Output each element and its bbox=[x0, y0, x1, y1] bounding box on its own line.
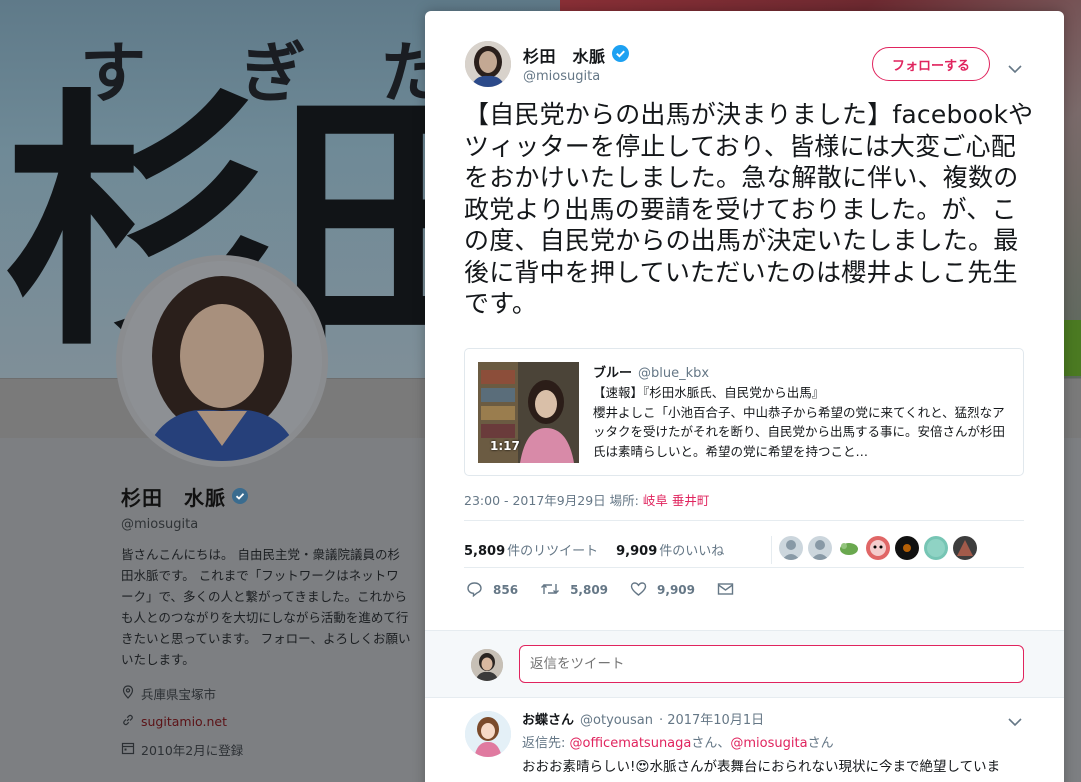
reply-action[interactable]: 856 bbox=[466, 581, 518, 600]
dm-icon[interactable] bbox=[717, 582, 734, 599]
reply-author-avatar[interactable] bbox=[465, 711, 511, 757]
tweet-location-label: 場所: bbox=[609, 493, 639, 508]
reply-to-line: 返信先: @officematsunagaさん、@miosugitaさん bbox=[522, 732, 834, 751]
profile-joined-text: 2010年2月に登録 bbox=[141, 742, 244, 758]
liker-avatar[interactable] bbox=[779, 536, 803, 560]
tweet-modal: 杉田 水脈 @miosugita フォローする 【自民党からの出馬が決まりました… bbox=[425, 11, 1064, 782]
calendar-icon bbox=[121, 741, 135, 758]
honorific-text: さん、 bbox=[691, 736, 731, 751]
tweet-time-text[interactable]: 23:00 - 2017年9月29日 bbox=[464, 493, 606, 508]
chevron-down-icon[interactable] bbox=[1007, 713, 1023, 727]
reply-icon[interactable] bbox=[466, 581, 483, 600]
retweet-action-count: 5,809 bbox=[570, 583, 609, 597]
follow-button[interactable]: フォローする bbox=[872, 47, 990, 81]
quote-author-name: ブルー bbox=[593, 366, 633, 381]
liker-avatar[interactable] bbox=[808, 536, 832, 560]
like-stat[interactable]: 9,909 件のいいね bbox=[616, 540, 724, 559]
location-icon bbox=[121, 684, 135, 702]
tweet-stats: 5,809 件のリツイート 9,909 件のいいね bbox=[464, 530, 1024, 568]
quote-text-line1: 【速報】『杉田水脈氏、自民党から出馬』 bbox=[593, 385, 825, 400]
author-name[interactable]: 杉田 水脈 bbox=[523, 43, 629, 67]
like-icon[interactable] bbox=[630, 581, 647, 600]
tweet-actions: 856 5,809 9,909 bbox=[466, 579, 756, 601]
like-action[interactable]: 9,909 bbox=[630, 581, 695, 600]
tweet-timestamp: 23:00 - 2017年9月29日 場所: 岐阜 垂井町 bbox=[464, 490, 709, 509]
liker-avatar[interactable] bbox=[924, 536, 948, 560]
profile-name-text: 杉田 水脈 bbox=[121, 486, 226, 510]
divider bbox=[771, 536, 772, 564]
retweet-action[interactable]: 5,809 bbox=[540, 581, 608, 600]
reply-header: お蝶さん @otyousan · 2017年10月1日 bbox=[522, 709, 764, 728]
quote-video-thumbnail[interactable]: 1:17 bbox=[478, 362, 579, 463]
quote-text-line2: 櫻井よしこ「小池百合子、中山恭子から希望の党に来てくれと、猛烈なアッタクを受けた… bbox=[593, 404, 1006, 459]
reply-text: おおお素晴らしい!😍水脈さんが表舞台におられない現状に今まで絶望していま bbox=[522, 759, 1001, 775]
profile-handle: @miosugita bbox=[121, 517, 199, 532]
mention-link[interactable]: @officematsunaga bbox=[570, 736, 692, 751]
current-user-avatar[interactable] bbox=[471, 649, 503, 681]
reply-to-label: 返信先: bbox=[522, 736, 566, 751]
reply-author-handle[interactable]: @otyousan bbox=[580, 713, 653, 728]
reply-tweet[interactable]: お蝶さん @otyousan · 2017年10月1日 返信先: @office… bbox=[425, 699, 1064, 782]
profile-location: 兵庫県宝塚市 bbox=[121, 684, 421, 702]
verified-badge-icon bbox=[611, 44, 629, 66]
liker-avatar[interactable] bbox=[837, 536, 861, 560]
author-name-text[interactable]: 杉田 水脈 bbox=[523, 43, 606, 67]
profile-location-text: 兵庫県宝塚市 bbox=[141, 686, 217, 702]
profile-card: 杉田 水脈 @miosugita 皆さんこんにちは。 自由民主党・衆議院議員の杉… bbox=[121, 482, 421, 758]
profile-website[interactable]: sugitamio.net bbox=[121, 712, 421, 730]
profile-bio: 皆さんこんにちは。 自由民主党・衆議院議員の杉田水脈です。 これまで「フットワー… bbox=[121, 547, 411, 667]
author-handle[interactable]: @miosugita bbox=[523, 69, 600, 84]
reply-composer bbox=[425, 630, 1064, 698]
video-duration: 1:17 bbox=[490, 439, 520, 453]
liker-avatars bbox=[771, 536, 977, 564]
like-count[interactable]: 9,909 bbox=[616, 544, 657, 559]
liker-avatar[interactable] bbox=[895, 536, 919, 560]
reply-author-name[interactable]: お蝶さん bbox=[522, 709, 574, 728]
reply-count: 856 bbox=[493, 583, 519, 597]
liker-avatar[interactable] bbox=[953, 536, 977, 560]
reply-date[interactable]: · 2017年10月1日 bbox=[659, 709, 764, 728]
liker-avatar[interactable] bbox=[866, 536, 890, 560]
profile-website-link[interactable]: sugitamio.net bbox=[141, 714, 227, 729]
profile-avatar[interactable] bbox=[116, 255, 328, 467]
divider bbox=[464, 567, 1024, 568]
honorific-text: さん bbox=[807, 736, 834, 751]
quote-author-handle: @blue_kbx bbox=[638, 366, 710, 381]
retweet-stat[interactable]: 5,809 件のリツイート bbox=[464, 540, 598, 559]
quote-header: ブルー @blue_kbx bbox=[593, 362, 709, 381]
chevron-down-icon[interactable] bbox=[1007, 60, 1023, 74]
divider bbox=[464, 520, 1024, 521]
profile-name: 杉田 水脈 bbox=[121, 482, 421, 511]
quote-text: 【速報】『杉田水脈氏、自民党から出馬』 櫻井よしこ「小池百合子、中山恭子から希望… bbox=[593, 383, 1013, 461]
tweet-text: 【自民党からの出馬が決まりました】facebookやツィッターを停止しており、皆… bbox=[464, 100, 1034, 318]
reply-input[interactable] bbox=[519, 645, 1024, 683]
retweet-stat-label[interactable]: 件のリツイート bbox=[507, 544, 598, 559]
link-icon bbox=[121, 713, 135, 730]
author-avatar[interactable] bbox=[465, 41, 511, 87]
quoted-tweet[interactable]: 1:17 ブルー @blue_kbx 【速報】『杉田水脈氏、自民党から出馬』 櫻… bbox=[464, 348, 1024, 476]
mention-link[interactable]: @miosugita bbox=[730, 736, 807, 751]
like-action-count: 9,909 bbox=[657, 583, 695, 597]
verified-badge-icon bbox=[232, 485, 248, 509]
like-stat-label[interactable]: 件のいいね bbox=[659, 544, 724, 559]
retweet-icon[interactable] bbox=[540, 581, 560, 600]
dm-action[interactable] bbox=[717, 582, 734, 599]
profile-joined: 2010年2月に登録 bbox=[121, 740, 421, 758]
tweet-location-link[interactable]: 岐阜 垂井町 bbox=[643, 493, 709, 508]
tweet-header: 杉田 水脈 @miosugita フォローする bbox=[465, 41, 1025, 91]
retweet-count[interactable]: 5,809 bbox=[464, 544, 505, 559]
